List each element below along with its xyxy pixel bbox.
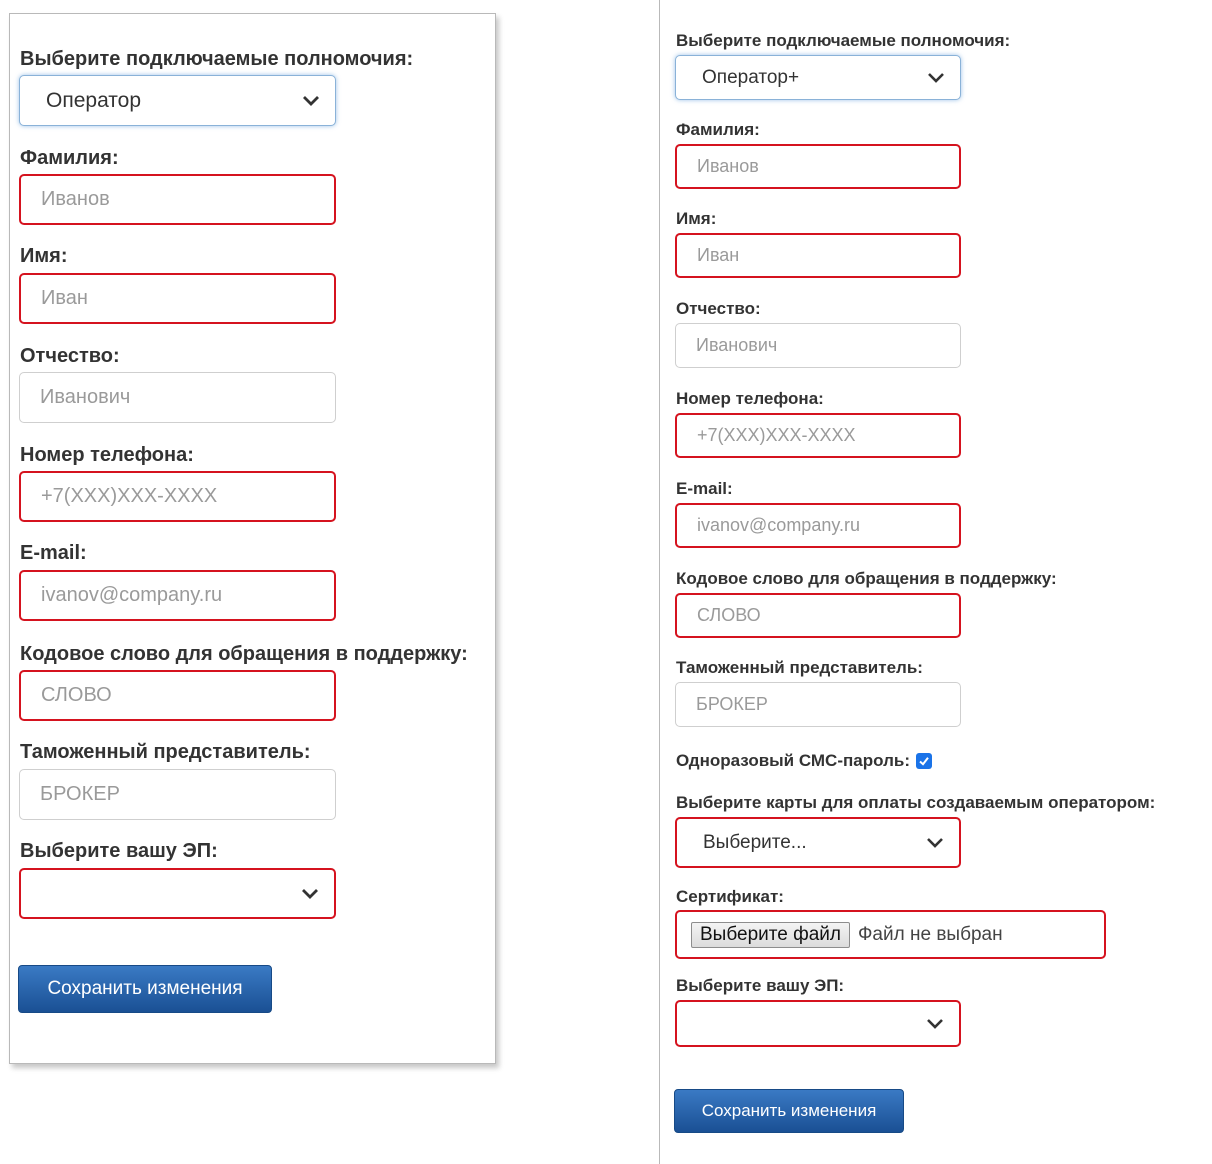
- patronymic-label: Отчество:: [20, 345, 120, 367]
- sms-password-label: Одноразовый СМС-пароль:: [676, 751, 910, 770]
- certificate-file-input[interactable]: Выберите файл Файл не выбран: [675, 910, 1106, 959]
- codeword-input[interactable]: СЛОВО: [19, 670, 336, 721]
- patronymic-label: Отчество:: [676, 299, 761, 318]
- powers-select[interactable]: Оператор+: [675, 55, 961, 100]
- cards-select-value: Выберите...: [703, 831, 807, 853]
- cards-select[interactable]: Выберите...: [675, 817, 961, 868]
- powers-select-value: Оператор: [46, 88, 142, 112]
- email-label: E-mail:: [676, 479, 733, 498]
- chevron-down-icon: [302, 888, 318, 899]
- chevron-down-icon: [927, 837, 943, 848]
- signature-label: Выберите вашу ЭП:: [676, 976, 845, 995]
- checkmark-icon: [919, 757, 929, 766]
- chevron-down-icon: [928, 72, 944, 83]
- surname-input[interactable]: Иванов: [675, 144, 961, 189]
- chevron-down-icon: [303, 95, 319, 106]
- patronymic-input[interactable]: Иванович: [675, 323, 961, 368]
- sms-password-row: Одноразовый СМС-пароль:: [676, 751, 932, 771]
- name-label: Имя:: [676, 209, 717, 228]
- phone-label: Номер телефона:: [20, 444, 194, 466]
- signature-label: Выберите вашу ЭП:: [20, 840, 218, 862]
- surname-label: Фамилия:: [676, 120, 760, 139]
- powers-label: Выберите подключаемые полномочия:: [676, 31, 1011, 50]
- phone-input[interactable]: +7(XXX)XXX-XXXX: [675, 413, 961, 458]
- powers-label: Выберите подключаемые полномочия:: [20, 48, 414, 70]
- sms-password-checkbox[interactable]: [915, 753, 932, 769]
- name-input[interactable]: Иван: [675, 233, 961, 278]
- customs-input[interactable]: БРОКЕР: [675, 682, 961, 727]
- save-button[interactable]: Сохранить изменения: [674, 1089, 904, 1133]
- email-label: E-mail:: [20, 542, 87, 564]
- powers-select-value: Оператор+: [702, 66, 800, 88]
- save-button[interactable]: Сохранить изменения: [18, 965, 272, 1013]
- powers-select[interactable]: Оператор: [19, 75, 336, 126]
- phone-input[interactable]: +7(XXX)XXX-XXXX: [19, 471, 336, 522]
- chevron-down-icon: [927, 1018, 943, 1029]
- customs-label: Таможенный представитель:: [676, 658, 923, 677]
- codeword-label: Кодовое слово для обращения в поддержку:: [676, 569, 1057, 588]
- phone-label: Номер телефона:: [676, 389, 824, 408]
- right-form-panel: Выберите подключаемые полномочия: Операт…: [659, 0, 1212, 1164]
- signature-select[interactable]: [675, 1000, 961, 1047]
- codeword-label: Кодовое слово для обращения в поддержку:: [20, 643, 468, 665]
- name-label: Имя:: [20, 245, 68, 267]
- name-input[interactable]: Иван: [19, 273, 336, 324]
- email-input[interactable]: ivanov@company.ru: [675, 503, 961, 548]
- codeword-input[interactable]: СЛОВО: [675, 593, 961, 638]
- signature-select[interactable]: [19, 868, 336, 919]
- choose-file-button[interactable]: Выберите файл: [691, 921, 850, 948]
- patronymic-input[interactable]: Иванович: [19, 372, 336, 423]
- customs-input[interactable]: БРОКЕР: [19, 769, 336, 820]
- surname-label: Фамилия:: [20, 147, 119, 169]
- left-form-panel: Выберите подключаемые полномочия: Операт…: [9, 13, 496, 1064]
- file-status-text: Файл не выбран: [857, 923, 1003, 945]
- customs-label: Таможенный представитель:: [20, 741, 311, 763]
- surname-input[interactable]: Иванов: [19, 174, 336, 225]
- certificate-label: Сертификат:: [676, 887, 784, 906]
- email-input[interactable]: ivanov@company.ru: [19, 570, 336, 621]
- cards-label: Выберите карты для оплаты создаваемым оп…: [676, 793, 1156, 812]
